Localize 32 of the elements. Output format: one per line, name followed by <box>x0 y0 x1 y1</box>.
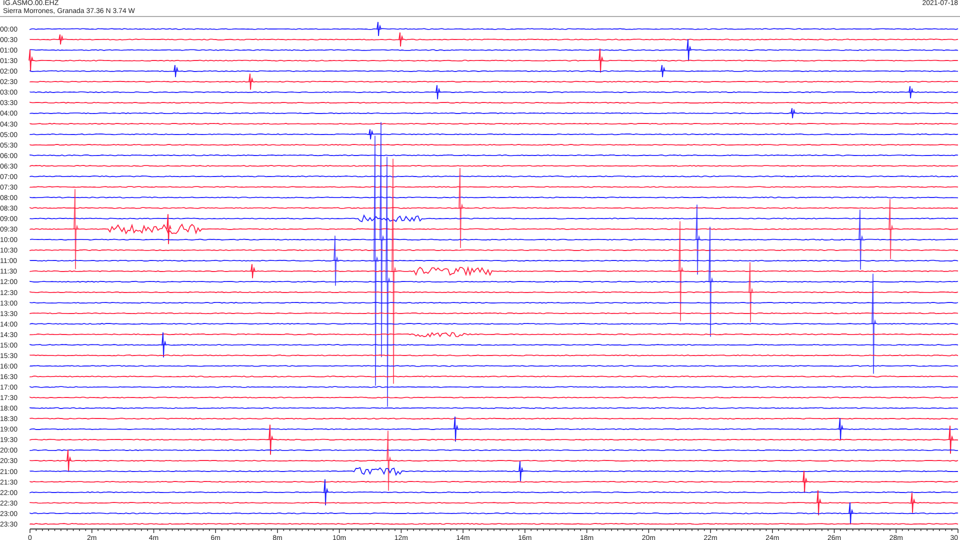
seismic-spike <box>162 332 166 358</box>
seismic-spike <box>660 64 666 78</box>
seismic-spike <box>816 490 822 516</box>
seismic-spike <box>250 264 256 279</box>
seismic-spike <box>838 418 844 441</box>
seismic-spike <box>948 425 954 454</box>
seismic-spike <box>518 460 524 482</box>
seismic-spike <box>334 235 338 286</box>
seismic-spike <box>324 478 328 506</box>
seismic-spike <box>436 84 440 100</box>
seismic-spike <box>166 214 172 245</box>
seismic-spike <box>848 502 854 525</box>
seismic-spike <box>386 430 392 492</box>
seismic-spike <box>908 86 914 99</box>
seismic-spike <box>174 64 178 78</box>
seismic-spike <box>248 73 254 90</box>
seismic-spike <box>802 470 808 494</box>
seismic-spike <box>858 209 864 270</box>
seismic-spike <box>598 48 604 74</box>
seismic-spike <box>686 38 692 62</box>
seismic-spike <box>696 204 700 276</box>
seismic-spike <box>58 34 64 45</box>
seismic-spike <box>748 262 754 323</box>
seismic-spike <box>910 492 916 514</box>
seismic-spike <box>790 108 796 119</box>
seismic-spike <box>66 449 72 472</box>
seismic-spike <box>398 32 404 47</box>
seismic-spike <box>888 198 894 260</box>
seismic-spike <box>376 22 382 36</box>
seismic-spike <box>28 49 34 72</box>
seismic-spike <box>454 416 458 442</box>
seismic-spike <box>268 424 274 456</box>
